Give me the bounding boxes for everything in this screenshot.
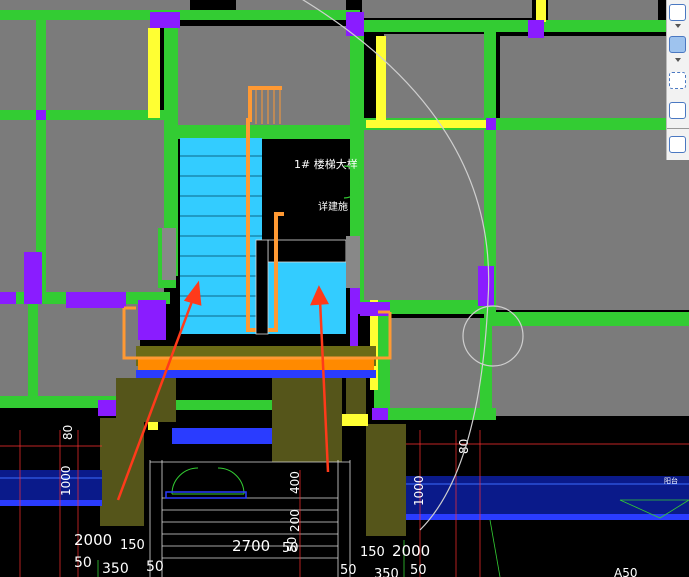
dim-left-small: 150 (120, 538, 145, 553)
slab (362, 0, 532, 18)
beam (360, 20, 670, 32)
column (478, 266, 494, 306)
slab (178, 26, 354, 126)
view-toolbar (666, 0, 689, 160)
slab (548, 0, 658, 22)
dashed-rectangle-icon[interactable] (669, 72, 686, 89)
stair-well-gap (255, 239, 269, 335)
stair-step-outline (267, 239, 347, 263)
slab (390, 318, 482, 410)
beam-yellow (148, 28, 160, 118)
dim-right-150: 150 (360, 545, 385, 560)
cad-drawing: 1# 楼梯大样 详建施 2000 150 50 350 50 2700 50 1… (0, 0, 689, 577)
slab (44, 118, 164, 296)
wall (346, 236, 360, 288)
landing-blue-band (136, 370, 376, 378)
dim-vert-200: 200 (288, 509, 302, 532)
dim-vert-50: 50 (285, 537, 299, 552)
column (528, 20, 544, 38)
balcony-slab-left (0, 470, 102, 504)
cube-icon[interactable] (669, 102, 686, 119)
olive-block (346, 378, 366, 414)
beam (386, 408, 496, 420)
column (346, 12, 364, 36)
column (372, 408, 388, 420)
slab (362, 130, 486, 300)
slab (0, 0, 40, 295)
dim-right-350: 350 (374, 567, 399, 577)
stair-title: 1# 楼梯大样 (294, 157, 358, 171)
slab (44, 20, 150, 110)
dim-center-span: 2700 (232, 537, 270, 555)
dim-left-50: 50 (74, 555, 92, 571)
dim-left-span: 2000 (74, 531, 112, 549)
list-icon[interactable] (669, 136, 686, 153)
beam-yellow (366, 120, 486, 128)
column (360, 302, 390, 316)
olive-block (116, 378, 176, 422)
select-window-icon[interactable] (669, 4, 686, 21)
wall (162, 228, 176, 280)
beam (178, 125, 358, 139)
beam-yellow (536, 0, 546, 22)
slab (492, 326, 689, 416)
column (36, 110, 46, 120)
dim-bottom-label: A50 (614, 566, 637, 577)
column (138, 300, 166, 340)
column (98, 400, 116, 416)
landing-orange-band (138, 358, 374, 372)
beam-yellow (376, 36, 386, 126)
column (0, 292, 16, 304)
balcony-slab-right (406, 476, 689, 516)
dim-right-span: 2000 (392, 542, 430, 560)
cad-viewport[interactable]: 1# 楼梯大样 详建施 2000 150 50 350 50 2700 50 1… (0, 0, 689, 577)
chevron-down-icon[interactable] (675, 24, 681, 28)
stair-landing (268, 262, 346, 334)
slab (500, 36, 666, 126)
dim-left-350: 350 (102, 561, 129, 577)
slab (494, 130, 689, 310)
column (66, 292, 126, 308)
rectangle-icon[interactable] (669, 36, 686, 53)
dim-right-50: 50 (340, 563, 357, 577)
dim-right-50b: 50 (410, 563, 427, 577)
dim-vert-1000-left: 1000 (59, 465, 73, 496)
stair-note: 详建施 (318, 200, 348, 213)
dim-vert-80-left: 80 (61, 425, 75, 440)
column (486, 118, 496, 130)
column (150, 12, 180, 28)
dim-vert-400: 400 (288, 471, 302, 494)
olive-block (272, 378, 342, 462)
olive-pier-left (100, 418, 144, 526)
dim-left-bottom-50: 50 (146, 559, 164, 575)
beam (28, 300, 38, 400)
slab (0, 303, 28, 398)
olive-pier-right (366, 424, 406, 536)
blue-band (172, 428, 272, 444)
yellow-block (342, 414, 368, 426)
chevron-down-icon[interactable] (675, 58, 681, 62)
balcony-label: 阳台 (664, 476, 678, 485)
dim-vert-1000-right: 1000 (412, 475, 426, 506)
column (24, 252, 42, 304)
beam (176, 400, 276, 410)
